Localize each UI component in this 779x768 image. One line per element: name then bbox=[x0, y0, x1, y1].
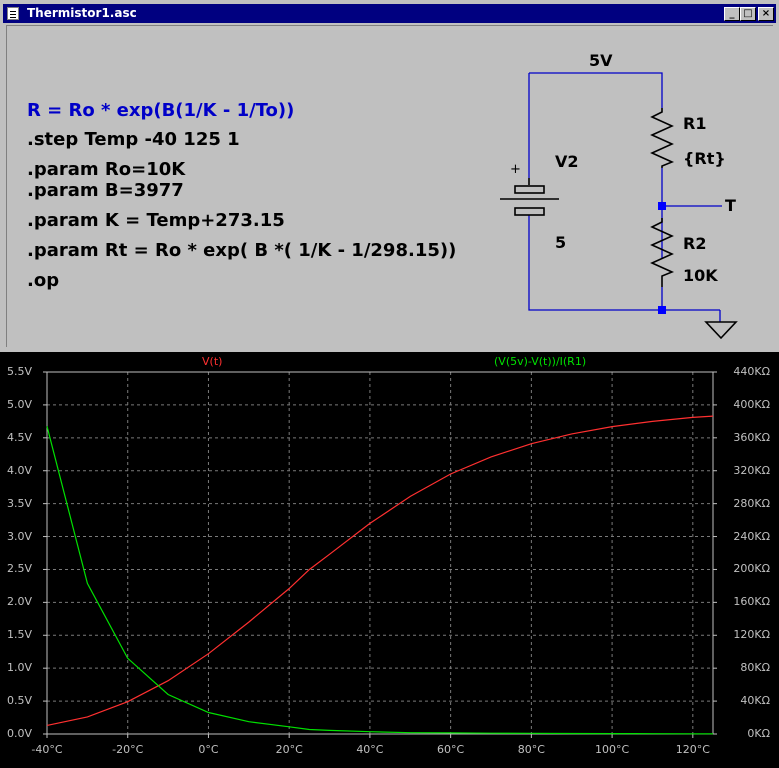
waveform-window[interactable]: V(t) (V(5v)-V(t))/I(R1) 0.0V 0.5V 1.0V 1.5V… bbox=[0, 352, 779, 768]
junction-t bbox=[658, 202, 666, 210]
wire-gnd bbox=[528, 215, 663, 311]
schematic-window: Thermistor1.asc _ □ × R = Ro * exp(B(1/K… bbox=[0, 0, 779, 350]
close-button[interactable]: × bbox=[758, 7, 774, 21]
v2-value[interactable]: 5 bbox=[555, 233, 566, 252]
resistor-r1 bbox=[650, 108, 675, 168]
minimize-button[interactable]: _ bbox=[724, 7, 740, 21]
r2-name[interactable]: R2 bbox=[683, 234, 706, 253]
series-resistance-line bbox=[46, 426, 713, 735]
title-bar[interactable]: Thermistor1.asc _ □ × bbox=[3, 4, 776, 23]
net-label-5v[interactable]: 5V bbox=[589, 51, 613, 70]
series-v-t-line bbox=[46, 415, 714, 726]
junction-gnd bbox=[658, 306, 666, 314]
circuit-diagram bbox=[500, 72, 738, 340]
r1-value[interactable]: {Rt} bbox=[683, 149, 726, 168]
ground-symbol bbox=[704, 321, 738, 340]
r2-value[interactable]: 10K bbox=[683, 266, 718, 285]
v2-plus-sign: + bbox=[510, 162, 521, 177]
battery-plate-top bbox=[514, 185, 545, 194]
maximize-button[interactable]: □ bbox=[740, 7, 756, 21]
net-label-t[interactable]: T bbox=[725, 196, 736, 215]
v2-name[interactable]: V2 bbox=[555, 152, 579, 171]
wire-5v bbox=[529, 72, 663, 108]
battery-plate-bottom bbox=[514, 207, 545, 216]
r1-name[interactable]: R1 bbox=[683, 114, 706, 133]
window-title: Thermistor1.asc bbox=[27, 6, 137, 20]
waveform-plot[interactable] bbox=[0, 352, 779, 768]
schematic-document-icon bbox=[7, 7, 19, 20]
schematic-canvas[interactable]: R = Ro * exp(B(1/K - 1/To)) .step Temp -… bbox=[6, 25, 773, 347]
